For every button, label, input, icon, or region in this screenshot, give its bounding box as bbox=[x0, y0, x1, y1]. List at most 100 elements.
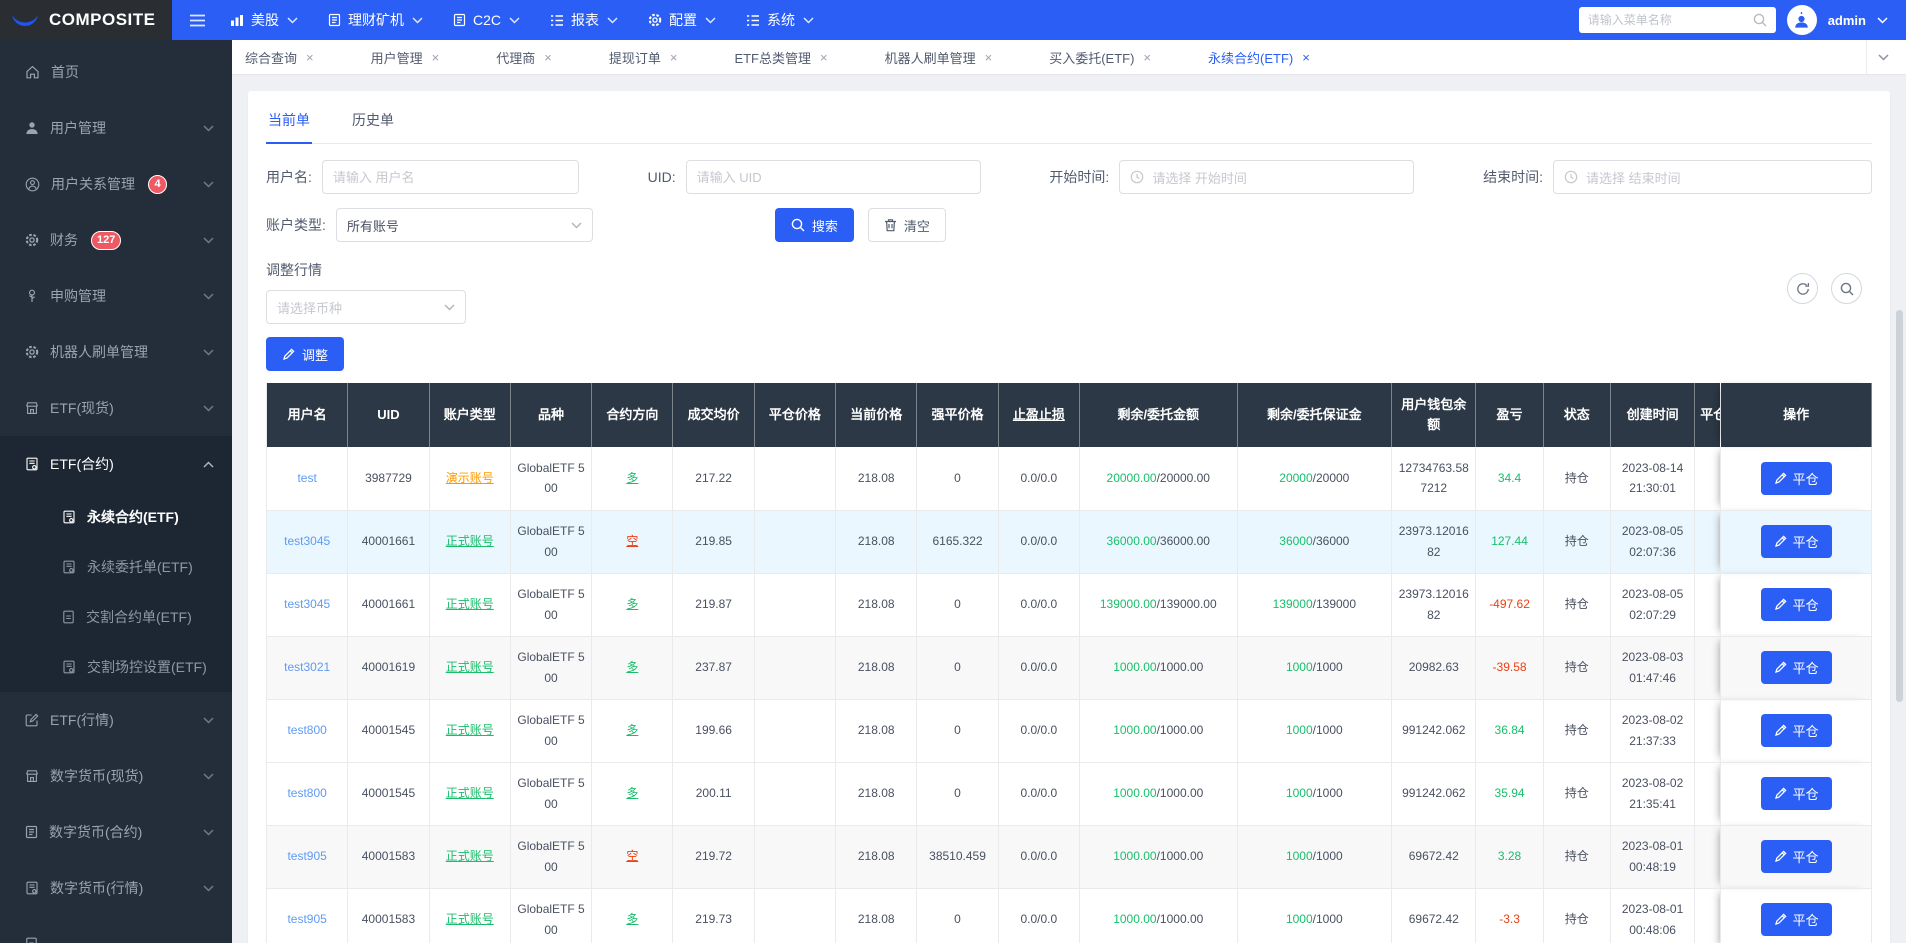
liquidation-price-cell: 6165.322 bbox=[916, 510, 999, 574]
sidebar-item[interactable]: 永续合约(ETF) bbox=[0, 492, 232, 542]
username-link[interactable]: test bbox=[297, 471, 316, 485]
wallet-balance-cell: 20982.63 bbox=[1391, 636, 1477, 700]
user-menu-chevron-icon[interactable] bbox=[1877, 16, 1888, 24]
status-cell: 持仓 bbox=[1543, 825, 1611, 889]
close-position-button[interactable]: 平仓 bbox=[1760, 651, 1832, 684]
avatar[interactable] bbox=[1786, 5, 1817, 35]
username-input[interactable] bbox=[321, 160, 579, 194]
panel-tab[interactable]: 当前单 bbox=[266, 105, 312, 144]
page-tab[interactable]: 综合查询 × bbox=[245, 48, 314, 67]
uid-input[interactable] bbox=[685, 160, 981, 194]
username-link[interactable]: test800 bbox=[287, 723, 326, 737]
direction-cell: 多 bbox=[626, 597, 639, 612]
close-position-button[interactable]: 平仓 bbox=[1760, 525, 1832, 558]
top-nav-item[interactable]: 系统 bbox=[746, 10, 814, 30]
account-type-select[interactable]: 所有账号 bbox=[335, 208, 593, 242]
chevron-icon bbox=[203, 404, 214, 412]
username-link[interactable]: test3045 bbox=[284, 534, 330, 548]
page-tab[interactable]: ETF总类管理 × bbox=[734, 48, 827, 67]
close-position-button[interactable]: 平仓 bbox=[1760, 588, 1832, 621]
hamburger-menu-icon[interactable] bbox=[189, 14, 206, 27]
sidebar-item-label: 机器人刷单管理 bbox=[50, 344, 148, 360]
close-position-button[interactable]: 平仓 bbox=[1760, 903, 1832, 936]
end-time-picker[interactable]: 请选择 结束时间 bbox=[1552, 160, 1872, 194]
page-tab[interactable]: 永续合约(ETF) × bbox=[1208, 48, 1310, 67]
sidebar-item[interactable]: 交割场控设置(ETF) bbox=[0, 642, 232, 692]
sidebar-item[interactable]: 申购管理 bbox=[0, 268, 232, 324]
tab-list-dropdown-button[interactable] bbox=[1866, 40, 1900, 74]
sidebar-item[interactable]: 交割合约单(ETF) bbox=[0, 592, 232, 642]
sidebar-item[interactable]: 永续委托单(ETF) bbox=[0, 542, 232, 592]
adjust-button[interactable]: 调整 bbox=[266, 337, 345, 371]
sidebar-item[interactable]: ETF(现货) bbox=[0, 380, 232, 436]
sidebar-item[interactable]: 机器人刷单管理 bbox=[0, 324, 232, 380]
sidebar-item[interactable]: 数字货币(行情) bbox=[0, 860, 232, 916]
close-price-cell bbox=[754, 825, 837, 889]
shop-icon bbox=[25, 401, 39, 415]
close-tab-icon[interactable]: × bbox=[1302, 50, 1310, 65]
start-time-picker[interactable]: 请选择 开始时间 bbox=[1119, 160, 1415, 194]
menu-search-input[interactable] bbox=[1587, 13, 1753, 27]
username-label[interactable]: admin bbox=[1828, 13, 1866, 28]
username-link[interactable]: test800 bbox=[287, 786, 326, 800]
page-tab[interactable]: 提现订单 × bbox=[609, 48, 678, 67]
page-scrollbar[interactable] bbox=[1896, 310, 1903, 702]
table-search-button[interactable] bbox=[1831, 273, 1862, 304]
direction-cell: 多 bbox=[626, 471, 639, 486]
close-position-button[interactable]: 平仓 bbox=[1760, 714, 1832, 747]
clear-button[interactable]: 清空 bbox=[867, 208, 946, 242]
close-position-button[interactable]: 平仓 bbox=[1760, 461, 1832, 495]
panel-tab[interactable]: 历史单 bbox=[350, 105, 396, 143]
username-link[interactable]: test905 bbox=[287, 849, 326, 863]
close-tab-icon[interactable]: × bbox=[544, 50, 552, 65]
close-position-button[interactable]: 平仓 bbox=[1760, 777, 1832, 810]
username-link[interactable]: test3021 bbox=[284, 660, 330, 674]
refresh-button[interactable] bbox=[1787, 273, 1818, 304]
close-tab-icon[interactable]: × bbox=[1143, 50, 1151, 65]
top-bar-right: admin bbox=[1578, 5, 1906, 35]
chevron-icon bbox=[203, 236, 214, 244]
sidebar-item[interactable]: 首页 bbox=[0, 44, 232, 100]
close-position-button[interactable]: 平仓 bbox=[1760, 840, 1832, 873]
page-tab[interactable]: 机器人刷单管理 × bbox=[885, 48, 993, 67]
menu-search-box[interactable] bbox=[1578, 7, 1776, 33]
margin-cell: 1000/1000 bbox=[1237, 888, 1393, 943]
close-tab-icon[interactable]: × bbox=[820, 50, 828, 65]
page-tab[interactable]: 代理商 × bbox=[496, 48, 552, 67]
username-link[interactable]: test3045 bbox=[284, 597, 330, 611]
page-tab[interactable]: 买入委托(ETF) × bbox=[1049, 48, 1151, 67]
sidebar-item[interactable]: 财务 127 bbox=[0, 212, 232, 268]
close-tab-icon[interactable]: × bbox=[670, 50, 678, 65]
page-tab-label: 综合查询 bbox=[245, 50, 298, 66]
sidebar-item[interactable]: 数字货币(现货) bbox=[0, 748, 232, 804]
page-tab[interactable]: 用户管理 × bbox=[371, 48, 440, 67]
sidebar-item[interactable]: 用户管理 bbox=[0, 100, 232, 156]
top-nav-item[interactable]: 报表 bbox=[550, 10, 618, 30]
sidebar-item[interactable]: ETF(合约) bbox=[0, 436, 232, 492]
top-nav-item[interactable]: 美股 bbox=[230, 10, 298, 30]
chevron-down-icon bbox=[571, 221, 582, 229]
close-price-cell bbox=[754, 762, 837, 826]
edit-icon bbox=[1774, 913, 1787, 926]
top-nav-item[interactable]: C2C bbox=[453, 12, 520, 28]
sidebar-item[interactable]: 用户关系管理 4 bbox=[0, 156, 232, 212]
sidebar-item[interactable]: 数字货币(合约) bbox=[0, 804, 232, 860]
account-type-cell: 演示账号 bbox=[445, 471, 494, 486]
close-tab-icon[interactable]: × bbox=[432, 50, 440, 65]
table-header-cell: UID bbox=[347, 383, 430, 447]
close-tab-icon[interactable]: × bbox=[985, 50, 993, 65]
gear-icon bbox=[25, 233, 39, 247]
sidebar-item[interactable]: ETF(行情) bbox=[0, 692, 232, 748]
search-icon[interactable] bbox=[1753, 13, 1767, 27]
table-row: test905 40001583 正式账号 GlobalETF 500 空 21… bbox=[266, 825, 1872, 889]
close-tab-icon[interactable]: × bbox=[306, 50, 314, 65]
avg-price-cell: 219.85 bbox=[672, 510, 755, 574]
sidebar-item[interactable] bbox=[0, 916, 232, 943]
search-button[interactable]: 搜索 bbox=[774, 208, 854, 242]
top-nav-item[interactable]: 配置 bbox=[648, 10, 716, 30]
top-nav-item[interactable]: 理财矿机 bbox=[328, 10, 423, 30]
currency-select[interactable]: 请选择币种 bbox=[266, 290, 466, 324]
username-link[interactable]: test905 bbox=[287, 912, 326, 926]
chevron-icon bbox=[203, 180, 214, 188]
uid-cell: 40001545 bbox=[347, 762, 430, 826]
